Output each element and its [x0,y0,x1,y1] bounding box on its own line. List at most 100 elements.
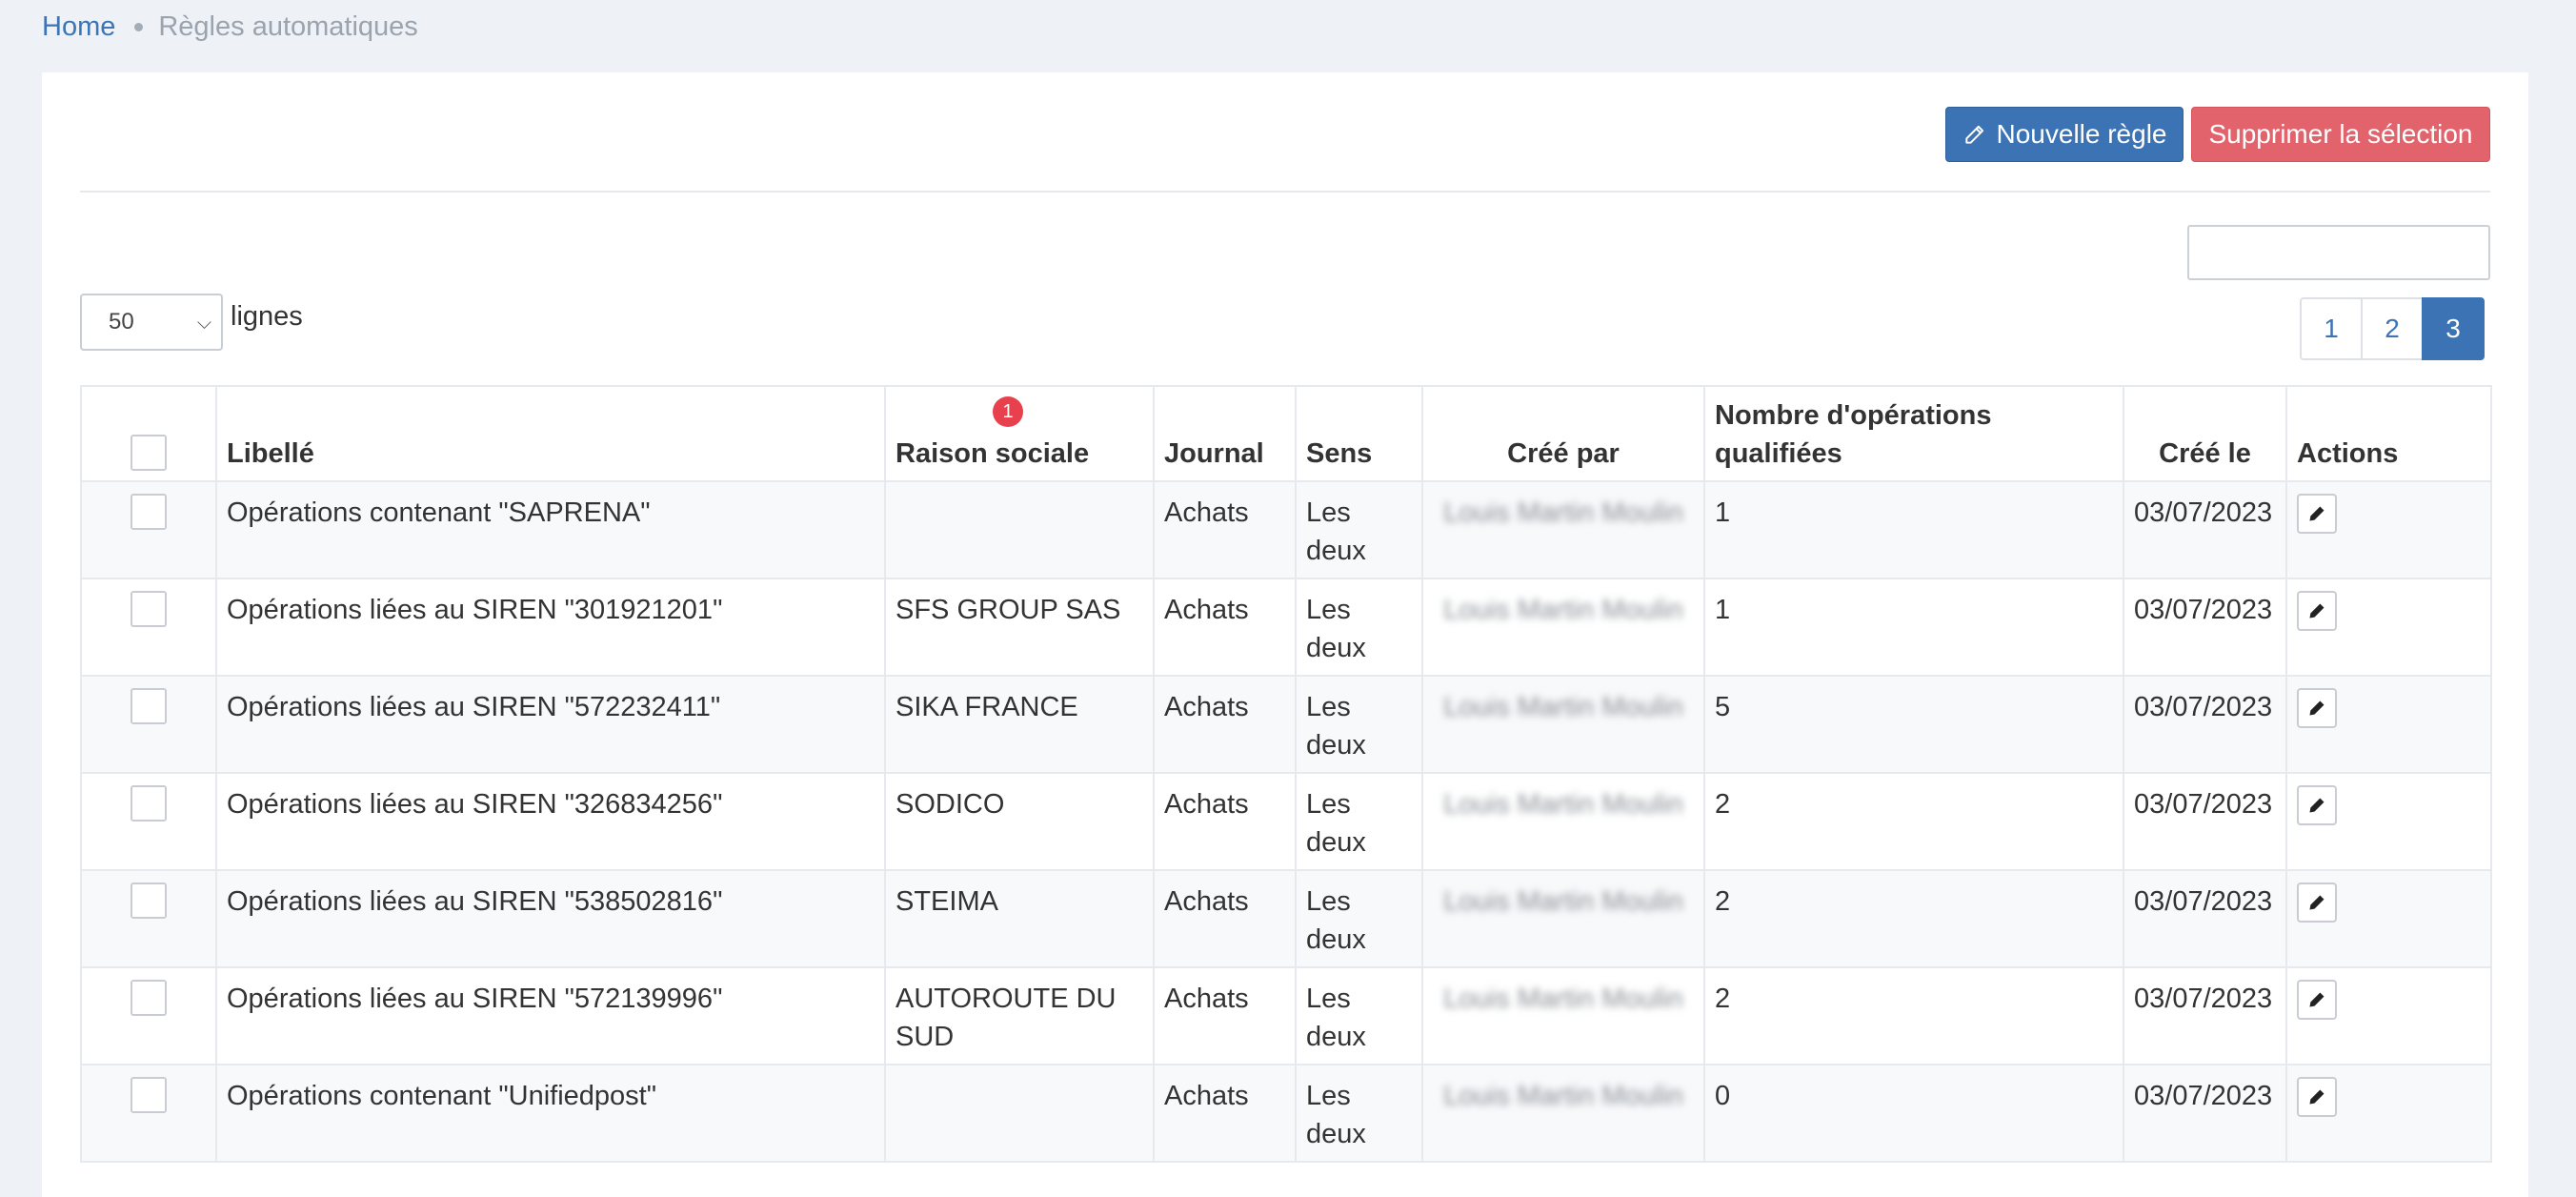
cell-libelle: Opérations liées au SIREN "301921201" [215,578,886,677]
header-cree-le[interactable]: Créé le [2123,385,2287,482]
blurred-author-name: Louis Martin Moulin [1443,692,1683,722]
table-row: Opérations liées au SIREN "572232411" SI… [80,675,2492,774]
chevron-down-icon: ⌵ [196,313,211,334]
page-button-3[interactable]: 3 [2422,297,2485,360]
table-row: Opérations liées au SIREN "538502816" ST… [80,869,2492,968]
header-journal[interactable]: Journal [1153,385,1297,482]
cell-date: 03/07/2023 [2123,869,2287,968]
cell-libelle: Opérations liées au SIREN "572232411" [215,675,886,774]
cell-raison-sociale [884,480,1155,579]
row-select-cell [80,675,217,774]
cell-sens: Les deux [1295,869,1423,968]
cell-date: 03/07/2023 [2123,480,2287,579]
cell-cree-par: Louis Martin Moulin [1421,966,1705,1065]
row-checkbox[interactable] [131,883,167,919]
edit-rule-button[interactable] [2297,1077,2337,1117]
edit-rule-button[interactable] [2297,883,2337,923]
header-raison-sociale-label: Raison sociale [896,438,1090,469]
page-size-value: 50 [109,309,134,335]
cell-sens: Les deux [1295,675,1423,774]
cell-actions [2285,966,2492,1065]
cell-journal: Achats [1153,675,1297,774]
breadcrumb-current: Règles automatiques [158,10,418,42]
page-size-label: lignes [231,301,303,332]
new-rule-button[interactable]: Nouvelle règle [1945,107,2184,162]
header-libelle[interactable]: Libellé [215,385,886,482]
divider [80,191,2490,193]
table-row: Opérations contenant "Unifiedpost" Achat… [80,1064,2492,1163]
page-button-1[interactable]: 1 [2300,297,2363,360]
cell-journal: Achats [1153,1064,1297,1163]
header-raison-sociale[interactable]: 1 Raison sociale [884,385,1155,482]
cell-sens: Les deux [1295,578,1423,677]
cell-date: 03/07/2023 [2123,675,2287,774]
row-checkbox[interactable] [131,980,167,1016]
new-rule-label: Nouvelle règle [1996,119,2167,149]
cell-nombre: 0 [1703,1064,2124,1163]
cell-cree-par: Louis Martin Moulin [1421,578,1705,677]
header-nombre-operations[interactable]: Nombre d'opérations qualifiées [1703,385,2124,482]
table-row: Opérations liées au SIREN "572139996" AU… [80,966,2492,1065]
edit-rule-button[interactable] [2297,688,2337,728]
cell-nombre: 2 [1703,966,2124,1065]
row-select-cell [80,772,217,871]
cell-journal: Achats [1153,578,1297,677]
edit-rule-button[interactable] [2297,785,2337,825]
row-checkbox[interactable] [131,591,167,627]
cell-libelle: Opérations liées au SIREN "538502816" [215,869,886,968]
page-size-select[interactable]: 50 ⌵ [80,294,223,351]
cell-raison-sociale [884,1064,1155,1163]
search-input[interactable] [2187,225,2490,280]
cell-nombre: 5 [1703,675,2124,774]
select-all-cell [80,385,217,482]
row-checkbox[interactable] [131,785,167,822]
cell-nombre: 1 [1703,480,2124,579]
delete-selection-button[interactable]: Supprimer la sélection [2191,107,2490,162]
blurred-author-name: Louis Martin Moulin [1443,497,1683,528]
cell-raison-sociale: SFS GROUP SAS [884,578,1155,677]
filter-count-badge: 1 [993,396,1023,427]
table-row: Opérations liées au SIREN "301921201" SF… [80,578,2492,677]
cell-raison-sociale: SODICO [884,772,1155,871]
cell-libelle: Opérations liées au SIREN "572139996" [215,966,886,1065]
pencil-icon [2309,603,2324,619]
pencil-icon [2309,1089,2324,1105]
breadcrumb: Home Règles automatiques [42,8,418,46]
blurred-author-name: Louis Martin Moulin [1443,789,1683,820]
page-button-2[interactable]: 2 [2361,297,2424,360]
pencil-icon [2309,992,2324,1007]
header-actions: Actions [2285,385,2492,482]
cell-actions [2285,480,2492,579]
cell-libelle: Opérations contenant "SAPRENA" [215,480,886,579]
header-sens[interactable]: Sens [1295,385,1423,482]
row-select-cell [80,1064,217,1163]
row-select-cell [80,966,217,1065]
cell-cree-par: Louis Martin Moulin [1421,675,1705,774]
cell-raison-sociale: AUTOROUTE DU SUD [884,966,1155,1065]
cell-sens: Les deux [1295,772,1423,871]
rules-card: Nouvelle règle Supprimer la sélection 50… [42,72,2528,1197]
header-cree-par[interactable]: Créé par [1421,385,1705,482]
pagination: 1 2 3 [2300,297,2485,360]
cell-nombre: 2 [1703,772,2124,871]
row-checkbox[interactable] [131,1077,167,1113]
cell-actions [2285,869,2492,968]
blurred-author-name: Louis Martin Moulin [1443,984,1683,1014]
cell-raison-sociale: SIKA FRANCE [884,675,1155,774]
table-row: Opérations contenant "SAPRENA" Achats Le… [80,480,2492,579]
breadcrumb-home-link[interactable]: Home [42,11,115,43]
select-all-checkbox[interactable] [131,435,167,471]
cell-libelle: Opérations liées au SIREN "326834256" [215,772,886,871]
cell-actions [2285,772,2492,871]
row-checkbox[interactable] [131,494,167,530]
cell-cree-par: Louis Martin Moulin [1421,869,1705,968]
cell-sens: Les deux [1295,1064,1423,1163]
cell-journal: Achats [1153,966,1297,1065]
breadcrumb-separator [134,22,144,31]
cell-raison-sociale: STEIMA [884,869,1155,968]
edit-rule-button[interactable] [2297,591,2337,631]
edit-rule-button[interactable] [2297,980,2337,1020]
edit-rule-button[interactable] [2297,494,2337,534]
pencil-icon [2309,798,2324,813]
row-checkbox[interactable] [131,688,167,724]
